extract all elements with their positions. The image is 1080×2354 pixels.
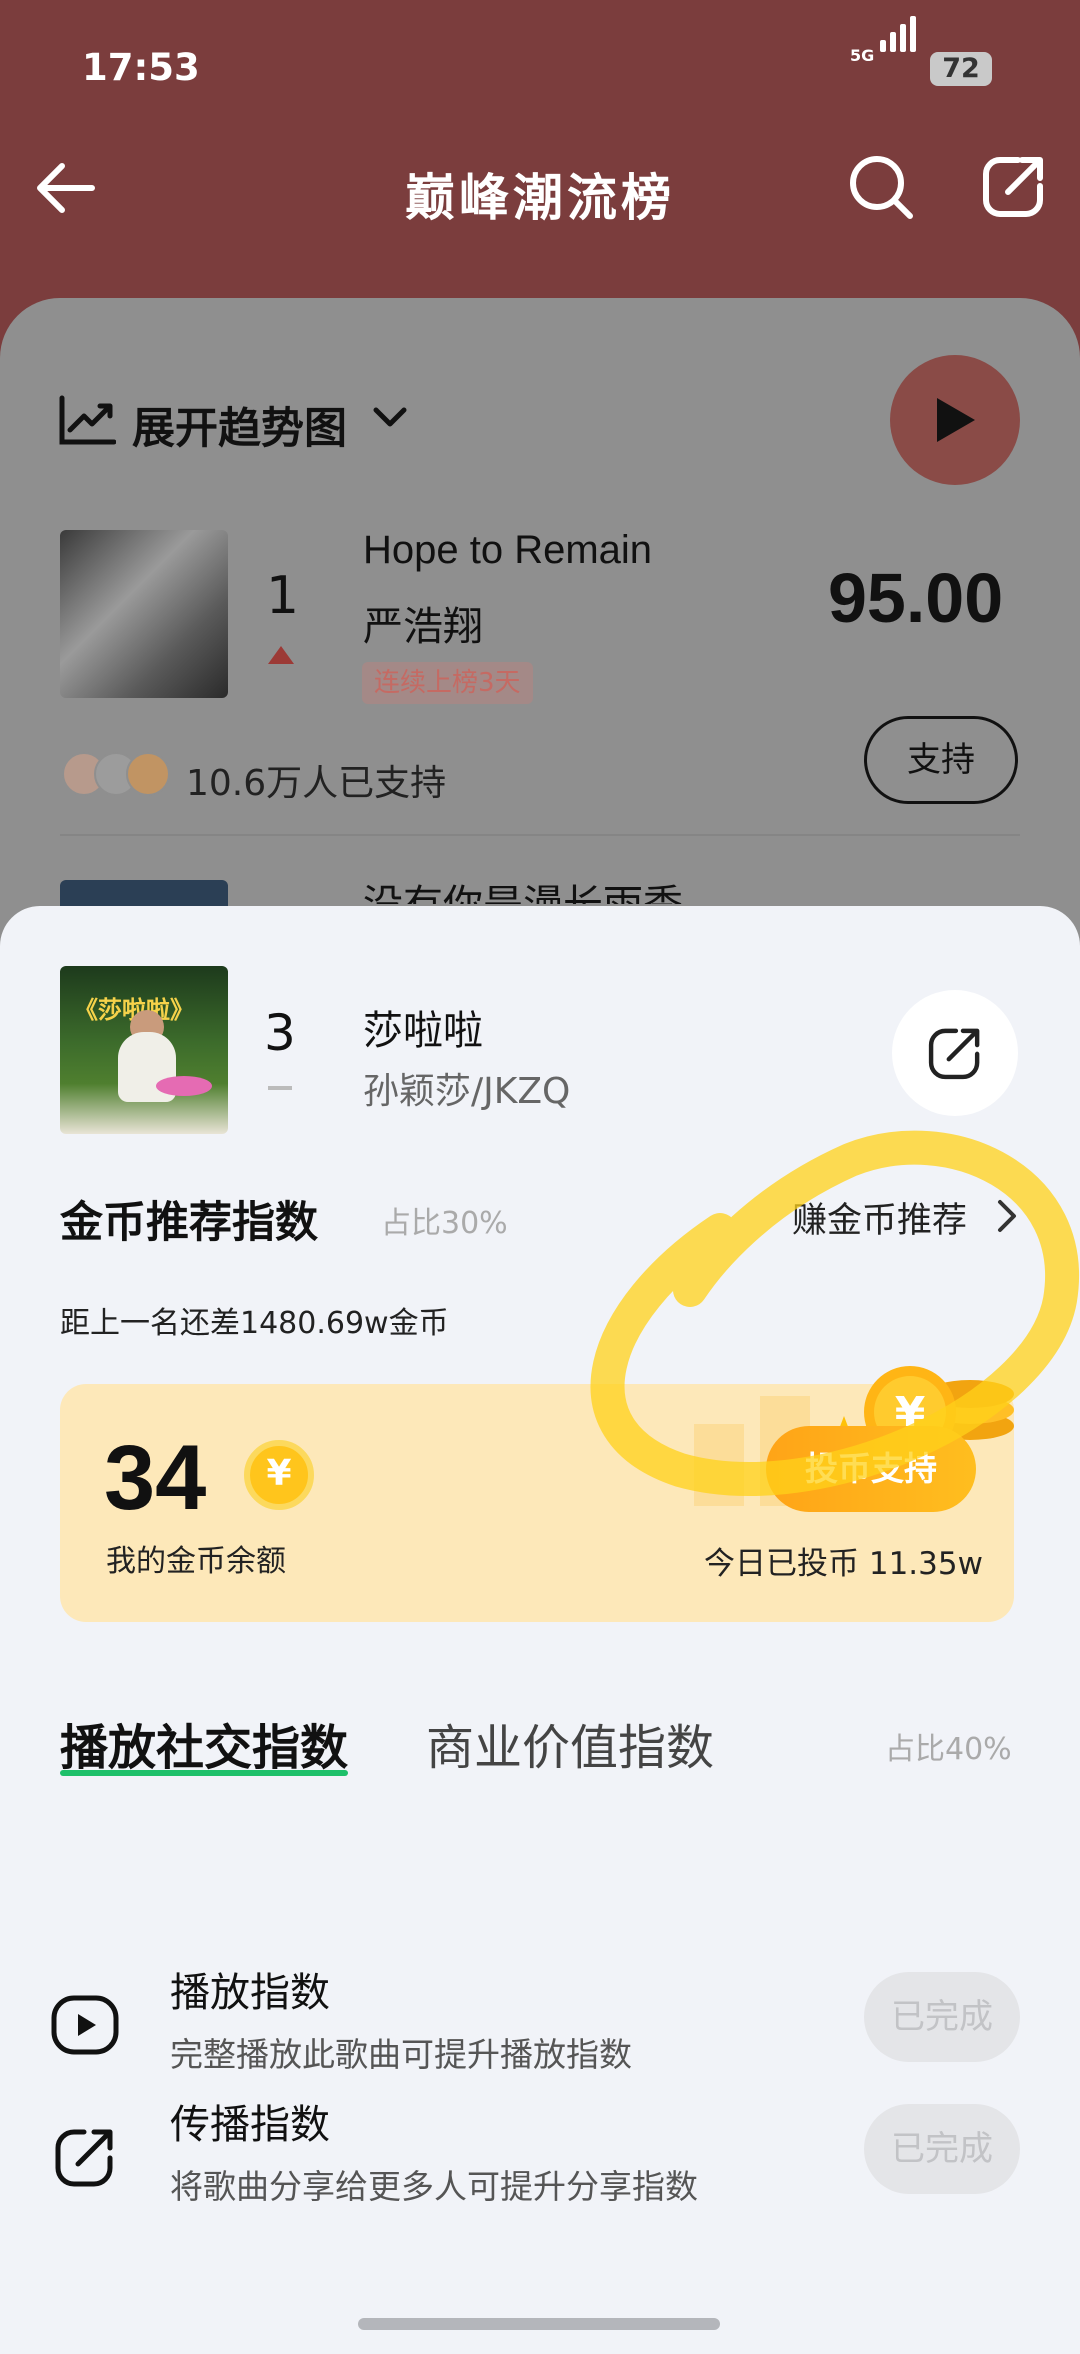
network-label: 5G — [850, 46, 875, 65]
earn-coins-link[interactable]: 赚金币推荐 — [792, 1192, 967, 1243]
tab-commercial[interactable]: 商业价值指数 — [426, 1708, 714, 1778]
expand-trend-toggle[interactable]: 展开趋势图 — [132, 394, 347, 456]
status-time: 17:53 — [82, 46, 200, 89]
coin-index-ratio: 占比30% — [381, 1206, 508, 1241]
search-icon[interactable] — [846, 152, 916, 222]
support-button[interactable]: 支持 — [864, 716, 1018, 804]
active-tab-indicator — [60, 1770, 348, 1776]
page-title: 巅峰潮流榜 — [405, 169, 675, 227]
song-score: 95.00 — [828, 559, 1004, 637]
share-icon — [928, 1028, 980, 1080]
coin-index-title: 金币推荐指数 — [60, 1198, 318, 1248]
coin-balance-label: 我的金币余额 — [106, 1544, 286, 1579]
status-bar: 17:53 5G 72 — [0, 0, 1080, 140]
coin-support-button[interactable]: 投币支持 — [766, 1426, 976, 1512]
divider — [60, 834, 1020, 836]
play-icon — [51, 1995, 119, 2055]
rank-number: 3 — [264, 1004, 296, 1062]
support-count: 10.6万人已支持 — [186, 763, 447, 804]
album-cover[interactable]: 《莎啦啦》 — [60, 966, 228, 1134]
rank-gap-text: 距上一名还差1480.69w金币 — [60, 1306, 449, 1341]
artist-name: 孙颖莎/JKZQ — [363, 1071, 571, 1112]
song-title[interactable]: Hope to Remain — [363, 528, 652, 573]
cover-lotus — [156, 1076, 212, 1096]
share-icon[interactable] — [978, 152, 1048, 222]
task-done-button[interactable]: 已完成 — [864, 2104, 1020, 2194]
tab-ratio: 占比40% — [885, 1732, 1012, 1767]
play-all-button[interactable] — [890, 355, 1020, 485]
song-title[interactable]: 没有你是漫长雨季 — [363, 872, 683, 904]
rank-number: 1 — [266, 566, 300, 626]
chevron-down-icon[interactable] — [372, 404, 408, 432]
trend-chart-icon — [59, 395, 116, 445]
coin-sheet: 《莎啦啦》 3 莎啦啦 孙颖莎/JKZQ 金币推荐指数 占比30% 赚金币推荐 … — [0, 906, 1080, 2354]
share-icon — [55, 2129, 113, 2187]
tab-play-social[interactable]: 播放社交指数 — [60, 1708, 348, 1778]
today-coins-text: 今日已投币 11.35w — [704, 1546, 983, 1582]
song-title: 莎啦啦 — [363, 1008, 483, 1054]
share-button[interactable] — [892, 990, 1018, 1116]
album-cover[interactable] — [60, 530, 228, 698]
task-title: 传播指数 — [170, 2102, 330, 2148]
task-description: 完整播放此歌曲可提升播放指数 — [170, 2035, 632, 2074]
supporter-avatars — [62, 752, 176, 796]
battery-indicator: 72 — [930, 52, 992, 86]
rank-unchanged-icon — [268, 1086, 292, 1090]
coin-balance-value: 34 — [104, 1427, 207, 1529]
play-icon — [937, 398, 975, 442]
task-title: 播放指数 — [170, 1970, 330, 2016]
artist-name: 严浩翔 — [363, 604, 483, 650]
task-done-button[interactable]: 已完成 — [864, 1972, 1020, 2062]
task-description: 将歌曲分享给更多人可提升分享指数 — [170, 2167, 698, 2206]
rank-up-icon — [268, 646, 294, 664]
home-indicator — [358, 2318, 720, 2330]
coin-icon: ¥ — [244, 1440, 314, 1510]
chevron-right-icon[interactable] — [996, 1198, 1018, 1234]
streak-badge: 连续上榜3天 — [362, 662, 533, 704]
